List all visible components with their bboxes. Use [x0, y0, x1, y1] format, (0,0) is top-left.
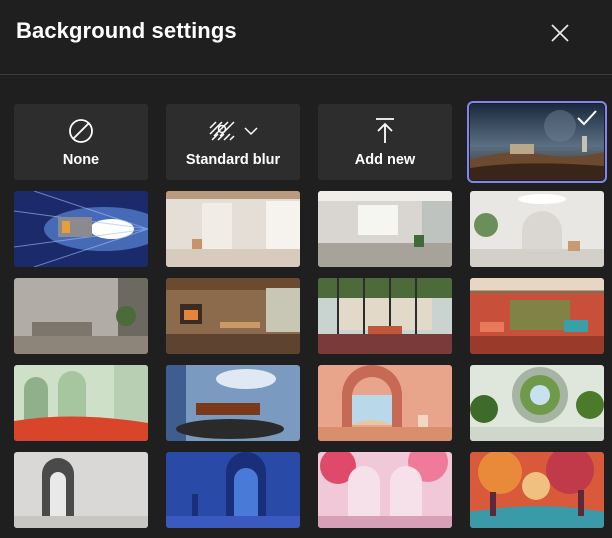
- add-new-option-label: Add new: [354, 152, 416, 168]
- background-thumbnail-pink-arch-desert[interactable]: [318, 365, 452, 441]
- upload-arrow-icon: [376, 118, 394, 143]
- none-option-button[interactable]: None: [14, 104, 148, 180]
- background-thumbnail-wood-lounge[interactable]: [166, 278, 300, 354]
- background-thumbnail-autumn-forest[interactable]: [470, 452, 604, 528]
- background-thumbnail-space-desert[interactable]: [467, 101, 607, 183]
- close-icon: [551, 24, 569, 42]
- prohibited-icon: [69, 119, 93, 143]
- background-thumbnail-minimal-loft[interactable]: [166, 191, 300, 267]
- standard-blur-option-button[interactable]: Standard blur: [166, 104, 300, 180]
- standard-blur-option-label: Standard blur: [185, 152, 281, 168]
- background-thumbnail-pink-tree-arches[interactable]: [318, 452, 452, 528]
- chevron-down-icon[interactable]: [244, 126, 258, 136]
- dialog-title: Background settings: [16, 18, 237, 43]
- checkmark-icon: [577, 110, 597, 126]
- background-thumbnail-round-portal-garden[interactable]: [470, 365, 604, 441]
- background-thumbnail-blue-arch-doorway[interactable]: [166, 452, 300, 528]
- dialog-header: Background settings: [0, 0, 612, 75]
- background-thumbnail-grey-arch-window[interactable]: [14, 452, 148, 528]
- background-thumbnail-coral-patio[interactable]: [470, 278, 604, 354]
- background-thumbnail-green-colonnade[interactable]: [14, 365, 148, 441]
- background-thumbnail-concrete-living[interactable]: [14, 278, 148, 354]
- none-option-label: None: [62, 152, 100, 168]
- blur-icon: [209, 121, 235, 141]
- background-thumbnail-glass-terrace[interactable]: [318, 278, 452, 354]
- add-new-option-button[interactable]: Add new: [318, 104, 452, 180]
- close-button[interactable]: [545, 18, 575, 48]
- background-thumbnail-round-arch-room[interactable]: [470, 191, 604, 267]
- background-thumbnail-hyperspace[interactable]: [14, 191, 148, 267]
- background-thumbnail-bright-office[interactable]: [318, 191, 452, 267]
- background-thumbnail-blue-atrium[interactable]: [166, 365, 300, 441]
